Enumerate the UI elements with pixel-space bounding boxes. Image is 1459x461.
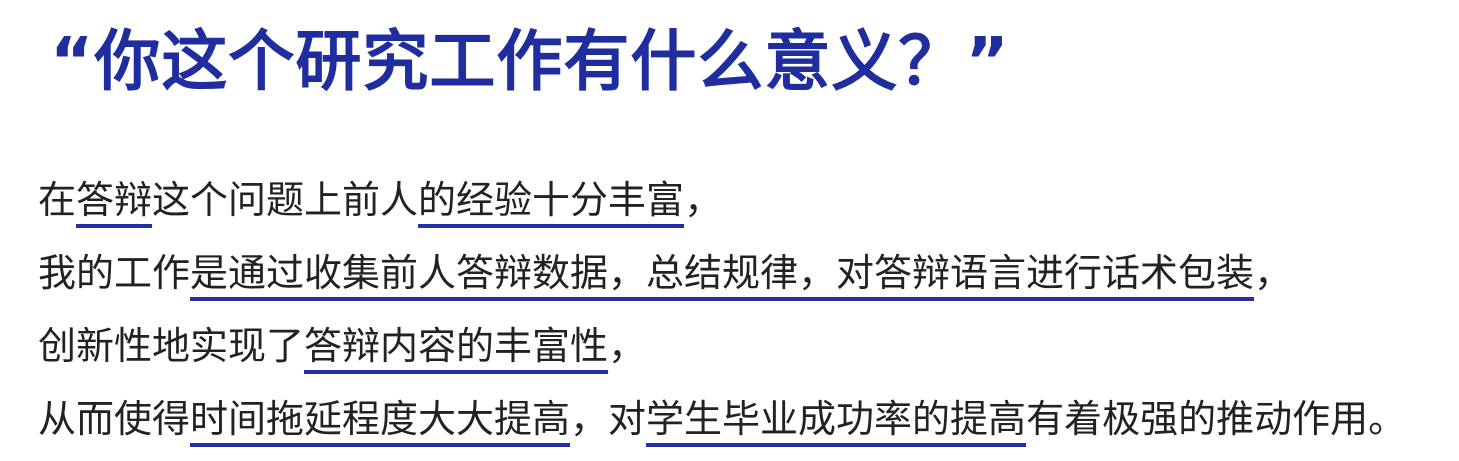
body-line: 我的工作是通过收集前人答辩数据，总结规律，对答辩语言进行话术包装， (38, 245, 1453, 318)
body-line: 在答辩这个问题上前人的经验十分丰富， (38, 172, 1453, 245)
body-line: 创新性地实现了答辩内容的丰富性， (38, 318, 1453, 391)
underlined-phrase: 时间拖延程度大大提高 (190, 397, 571, 441)
underlined-phrase: 的经验十分丰富 (418, 178, 685, 222)
text-segment: 在 (38, 178, 77, 222)
slide-body: 在答辩这个问题上前人的经验十分丰富， 我的工作是通过收集前人答辩数据，总结规律，对… (38, 172, 1453, 461)
text-segment: 这个问题上前人 (152, 178, 419, 222)
text-segment: ，对 (570, 397, 647, 441)
slide-page: “你这个研究工作有什么意义？” 在答辩这个问题上前人的经验十分丰富， 我的工作是通… (0, 0, 1459, 461)
text-segment: 有着极强的推动作用。 (1026, 397, 1407, 441)
text-segment: ， (1254, 251, 1293, 295)
underlined-phrase: 是通过收集前人答辩数据，总结规律，对答辩语言进行话术包装 (190, 251, 1255, 295)
text-segment: ， (608, 324, 647, 368)
slide-title: “你这个研究工作有什么意义？” (50, 23, 1010, 100)
text-segment: ， (684, 178, 723, 222)
text-segment: 创新性地实现了 (38, 324, 305, 368)
text-segment: 从而使得 (38, 397, 191, 441)
body-line: 从而使得时间拖延程度大大提高，对学生毕业成功率的提高有着极强的推动作用。 (38, 391, 1453, 461)
underlined-phrase: 学生毕业成功率的提高 (646, 397, 1027, 441)
underlined-phrase: 答辩 (76, 178, 153, 222)
text-segment: 我的工作 (38, 251, 191, 295)
underlined-phrase: 答辩内容的丰富性 (304, 324, 609, 368)
